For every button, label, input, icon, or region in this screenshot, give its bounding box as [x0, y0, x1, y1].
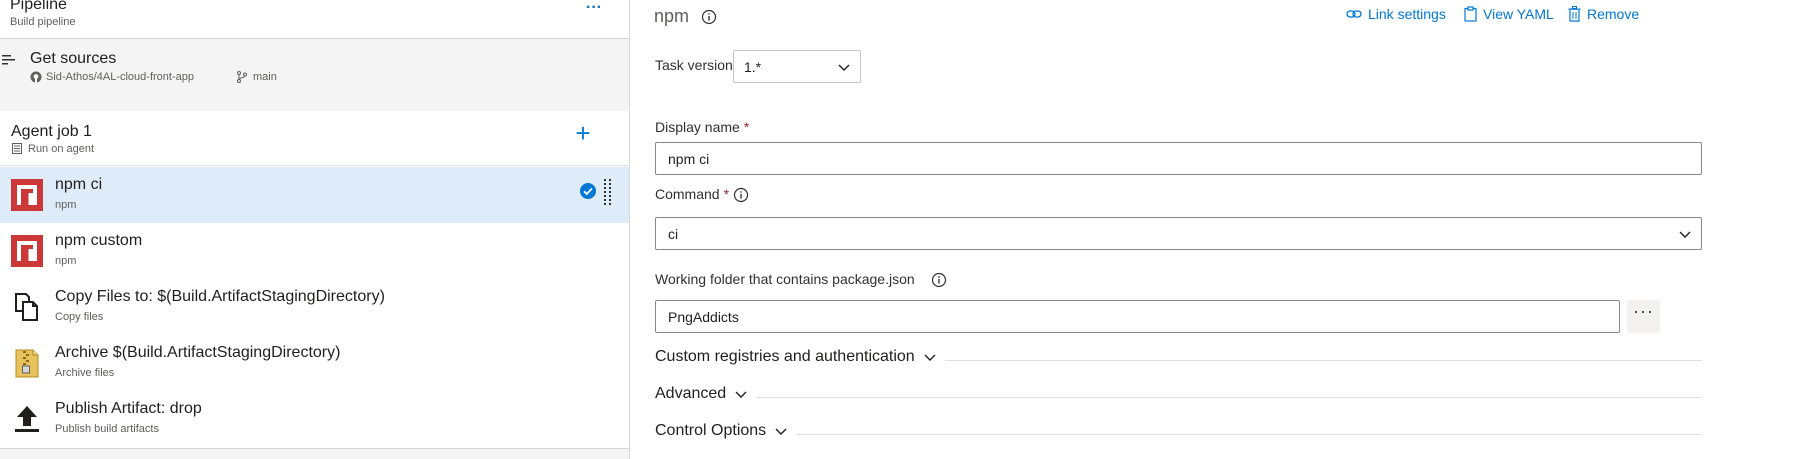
pipeline-header[interactable]: Pipeline Build pipeline ··· [0, 0, 629, 39]
task-item-npm-ci[interactable]: npm ci npm [0, 167, 629, 223]
section-header[interactable]: Control Options [655, 422, 797, 440]
chevron-down-icon [775, 428, 787, 435]
section-advanced[interactable]: Advanced [655, 385, 1702, 409]
task-subtitle: npm [55, 199, 77, 211]
view-yaml-label: View YAML [1483, 6, 1554, 22]
browse-button[interactable]: ··· [1627, 300, 1660, 333]
task-item-publish-artifact[interactable]: Publish Artifact: drop Publish build art… [0, 391, 629, 447]
chevron-down-icon [838, 64, 850, 71]
chevron-down-icon [924, 354, 936, 361]
required-mark: * [723, 186, 730, 202]
copy-files-icon [15, 293, 38, 321]
command-value: ci [668, 226, 679, 242]
chevron-down-icon [1679, 231, 1691, 238]
agent-job-title: Agent job 1 [11, 123, 92, 140]
task-type-title: npm [654, 6, 690, 26]
pipeline-title: Pipeline [10, 0, 67, 13]
section-custom-registries[interactable]: Custom registries and authentication [655, 348, 1702, 372]
section-title: Advanced [655, 385, 727, 402]
link-settings-label: Link settings [1368, 6, 1446, 22]
github-icon [30, 71, 42, 83]
task-details-panel: npm Link settings View YAML Remove Task … [631, 0, 1813, 459]
trash-icon [1568, 6, 1581, 22]
link-icon [1346, 10, 1362, 18]
task-subtitle: Copy files [55, 311, 104, 323]
task-item-npm-custom[interactable]: npm custom npm [0, 223, 629, 279]
remove-button[interactable]: Remove [1568, 6, 1639, 22]
task-version-select[interactable]: 1.* [733, 50, 861, 83]
drag-handle-icon[interactable] [603, 178, 613, 208]
link-settings-button[interactable]: Link settings [1346, 6, 1446, 22]
check-icon [580, 183, 596, 199]
npm-icon [11, 235, 43, 267]
clipboard-icon [1464, 6, 1477, 22]
section-title: Control Options [655, 422, 767, 439]
info-icon[interactable] [701, 9, 717, 25]
chevron-down-icon [735, 391, 747, 398]
task-name: Archive $(Build.ArtifactStagingDirectory… [55, 344, 341, 361]
section-divider [655, 434, 1702, 435]
remove-label: Remove [1587, 6, 1640, 22]
display-name-input[interactable] [655, 142, 1702, 175]
info-icon[interactable] [733, 187, 749, 203]
archive-icon [15, 349, 39, 378]
task-name: Copy Files to: $(Build.ArtifactStagingDi… [55, 288, 385, 305]
required-mark: * [743, 119, 750, 135]
command-label: Command * [655, 186, 729, 202]
job-task-list: Agent job 1 Run on agent + npm ci npm np… [0, 111, 629, 448]
npm-icon [11, 179, 43, 211]
view-yaml-button[interactable]: View YAML [1464, 6, 1554, 22]
panel-footer [0, 448, 629, 459]
repository-name: Sid-Athos/4AL-cloud-front-app [46, 71, 194, 83]
section-control-options[interactable]: Control Options [655, 422, 1702, 446]
section-title: Custom registries and authentication [655, 348, 915, 365]
display-name-label: Display name * [655, 119, 749, 135]
task-subtitle: Archive files [55, 367, 115, 379]
branch-name: main [253, 71, 277, 83]
task-name: npm ci [55, 176, 103, 193]
working-folder-input[interactable] [655, 300, 1620, 333]
agent-icon [12, 143, 22, 154]
sources-icon [2, 55, 15, 65]
command-select[interactable]: ci [655, 217, 1702, 250]
section-header[interactable]: Custom registries and authentication [655, 348, 945, 366]
publish-icon [15, 406, 39, 432]
section-header[interactable]: Advanced [655, 385, 757, 403]
more-options-button[interactable]: ··· [582, 0, 606, 18]
command-label-text: Command [655, 186, 720, 202]
task-name: npm custom [55, 232, 143, 249]
pipeline-subtitle: Build pipeline [10, 16, 76, 28]
task-item-copy-files[interactable]: Copy Files to: $(Build.ArtifactStagingDi… [0, 279, 629, 335]
info-icon[interactable] [931, 272, 947, 288]
display-name-label-text: Display name [655, 119, 740, 135]
working-folder-label: Working folder that contains package.jso… [655, 271, 915, 287]
get-sources-title: Get sources [30, 50, 117, 67]
section-divider [655, 397, 1702, 398]
branch-icon [237, 71, 247, 83]
add-task-button[interactable]: + [570, 120, 596, 147]
task-subtitle: npm [55, 255, 77, 267]
pipeline-tasks-panel: Pipeline Build pipeline ··· Get sources … [0, 0, 630, 459]
task-item-archive[interactable]: Archive $(Build.ArtifactStagingDirectory… [0, 335, 629, 391]
task-subtitle: Publish build artifacts [55, 423, 159, 435]
task-name: Publish Artifact: drop [55, 400, 202, 417]
agent-job-subtitle: Run on agent [28, 143, 95, 155]
task-version-label: Task version [655, 57, 733, 73]
agent-job-item[interactable]: Agent job 1 Run on agent + [0, 111, 629, 166]
task-version-value: 1.* [744, 59, 762, 75]
